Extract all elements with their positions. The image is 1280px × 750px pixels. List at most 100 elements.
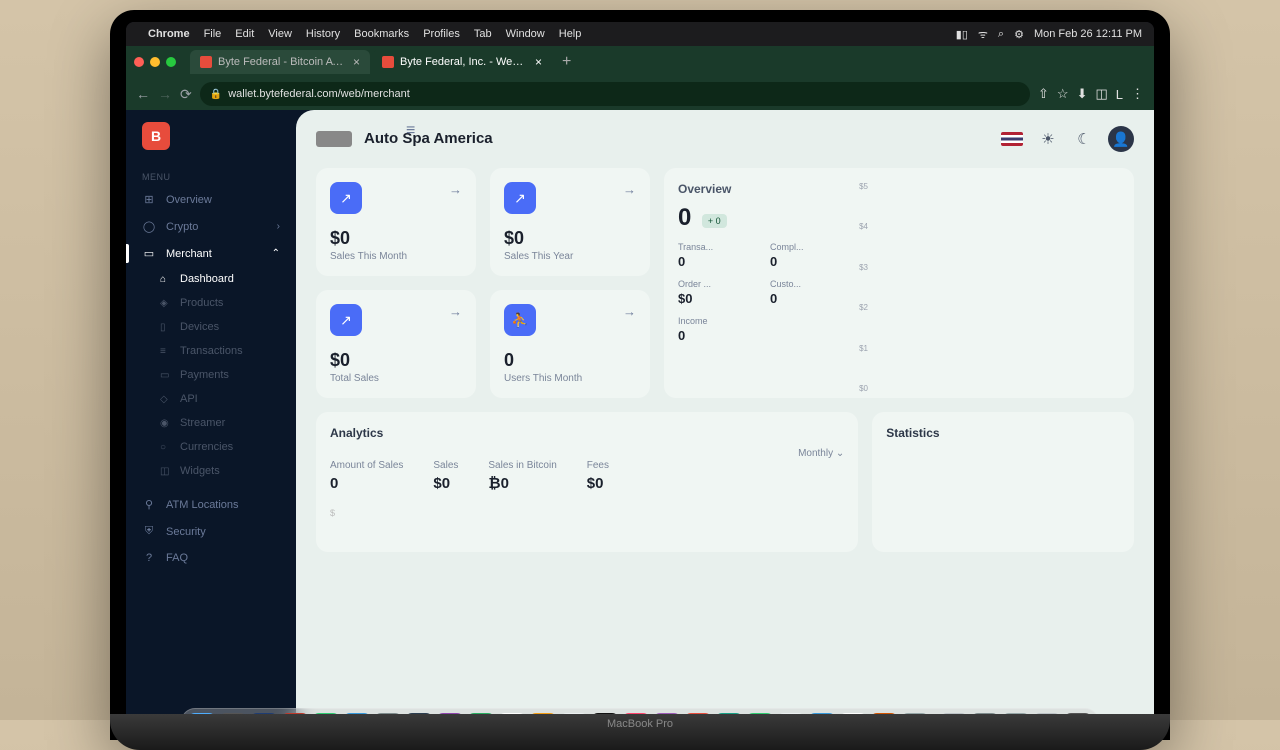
nav-label: Overview (166, 194, 212, 206)
menu-tab[interactable]: Tab (474, 28, 492, 40)
analytics-title: Analytics (330, 426, 844, 440)
api-icon: ◇ (160, 394, 172, 405)
merchant-name: Auto Spa America (364, 130, 493, 148)
analytics-card: Analytics Monthly ⌄ Amount of Sales0 Sal… (316, 412, 858, 552)
stat-value: $0 (330, 228, 462, 249)
menu-view[interactable]: View (268, 28, 292, 40)
card-link-arrow[interactable]: → (449, 182, 462, 197)
hamburger-icon[interactable]: ≡ (406, 122, 415, 140)
widget-icon: ◫ (160, 466, 172, 477)
sidebar-item-faq[interactable]: ?FAQ (126, 545, 296, 571)
sidebar-sub-api[interactable]: ◇ API (126, 387, 296, 411)
analytics-metric: Sales in Bitcoin₿0 (488, 460, 556, 492)
back-button[interactable]: ← (136, 86, 150, 102)
overview-title: Overview (678, 182, 848, 196)
sidebar-item-overview[interactable]: ⊞ Overview (126, 186, 296, 213)
tab-close-icon[interactable]: × (353, 55, 360, 69)
sidebar-sub-streamer[interactable]: ◉Streamer (126, 411, 296, 435)
menu-window[interactable]: Window (506, 28, 545, 40)
window-close-button[interactable] (134, 57, 144, 67)
overview-metric: Order ...$0 (678, 279, 756, 306)
menu-history[interactable]: History (306, 28, 340, 40)
card-link-arrow[interactable]: → (623, 182, 636, 197)
stat-value: 0 (504, 350, 636, 371)
locale-flag[interactable] (1000, 127, 1024, 151)
reload-button[interactable]: ⟳ (180, 86, 192, 103)
sidebar-sub-dashboard[interactable]: ⌂Dashboard (126, 267, 296, 291)
sidebar-sub-payments[interactable]: ▭Payments (126, 363, 296, 387)
window-maximize-button[interactable] (166, 57, 176, 67)
page-header: Auto Spa America ☀ ☾ 👤 (316, 126, 1134, 152)
nav-label: Merchant (166, 248, 212, 260)
sidebar-item-merchant[interactable]: ▭ Merchant ⌃ (126, 240, 296, 267)
lock-icon: 🔒 (210, 89, 222, 100)
tab-title: Byte Federal, Inc. - Web Wall (400, 56, 529, 68)
forward-button[interactable]: → (158, 86, 172, 102)
menubar-app-name[interactable]: Chrome (148, 28, 190, 40)
period-selector[interactable]: Monthly ⌄ (798, 448, 844, 459)
profile-button[interactable]: L (1116, 87, 1123, 102)
menu-help[interactable]: Help (559, 28, 582, 40)
analytics-metric: Sales$0 (433, 460, 458, 492)
stat-label: Total Sales (330, 373, 462, 384)
overview-metric: Transa...0 (678, 242, 756, 269)
nav-label: Crypto (166, 221, 198, 233)
stat-card-total-sales: ↗ → $0 Total Sales (316, 290, 476, 398)
nav-label: FAQ (166, 552, 188, 564)
sub-label: API (180, 393, 198, 405)
sidebar-sub-widgets[interactable]: ◫ Widgets (126, 459, 296, 483)
share-icon[interactable]: ⇧ (1038, 86, 1049, 102)
download-icon[interactable]: ⬇ (1077, 86, 1088, 102)
overview-metric: Compl...0 (770, 242, 848, 269)
battery-icon[interactable]: ▮▯ (956, 28, 968, 41)
card-link-arrow[interactable]: → (623, 304, 636, 319)
menu-bookmarks[interactable]: Bookmarks (354, 28, 409, 40)
menubar-datetime[interactable]: Mon Feb 26 12:11 PM (1034, 28, 1142, 40)
shield-icon: ⛨ (142, 525, 156, 538)
overview-metric: Income0 (678, 316, 756, 343)
macos-menubar: Chrome File Edit View History Bookmarks … (126, 22, 1154, 46)
user-avatar[interactable]: 👤 (1108, 126, 1134, 152)
statistics-card: Statistics (872, 412, 1134, 552)
browser-tabstrip: Byte Federal - Bitcoin ATMs, V × Byte Fe… (126, 46, 1154, 78)
chevron-down-icon: ⌄ (836, 448, 844, 459)
device-icon: ▯ (160, 322, 172, 333)
sidebar-item-crypto[interactable]: ◯ Crypto › (126, 213, 296, 240)
browser-tab-active[interactable]: Byte Federal, Inc. - Web Wall × (372, 50, 552, 74)
tab-close-icon[interactable]: × (535, 55, 542, 69)
menu-edit[interactable]: Edit (235, 28, 254, 40)
search-icon[interactable]: ⌕ (998, 28, 1004, 41)
analytics-chart-area: $ (330, 508, 844, 538)
list-icon: ≡ (160, 346, 172, 357)
card-link-arrow[interactable]: → (449, 304, 462, 319)
address-bar[interactable]: 🔒 wallet.bytefederal.com/web/merchant (200, 82, 1030, 106)
flag-us-icon (1001, 132, 1023, 146)
menu-file[interactable]: File (204, 28, 222, 40)
wallet-icon: ▭ (142, 247, 156, 260)
overview-main-value: 0 (678, 204, 691, 232)
theme-light-button[interactable]: ☀ (1036, 127, 1060, 151)
panel-icon[interactable]: ◫ (1095, 86, 1107, 102)
menu-icon[interactable]: ⋮ (1131, 86, 1144, 102)
browser-tab[interactable]: Byte Federal - Bitcoin ATMs, V × (190, 50, 370, 74)
nav-label: ATM Locations (166, 499, 239, 511)
bookmark-icon[interactable]: ☆ (1057, 86, 1069, 102)
sidebar-sub-currencies[interactable]: ○Currencies (126, 435, 296, 459)
chevron-right-icon: › (277, 221, 280, 232)
menu-profiles[interactable]: Profiles (423, 28, 460, 40)
wifi-icon[interactable]: ᯤ (978, 27, 988, 42)
sidebar-item-atm-locations[interactable]: ⚲ATM Locations (126, 491, 296, 518)
new-tab-button[interactable]: + (562, 53, 571, 71)
sub-label: Widgets (180, 465, 220, 477)
window-minimize-button[interactable] (150, 57, 160, 67)
window-traffic-lights (134, 57, 176, 67)
sidebar-sub-transactions[interactable]: ≡Transactions (126, 339, 296, 363)
sidebar-sub-devices[interactable]: ▯ Devices (126, 315, 296, 339)
control-center-icon[interactable]: ⚙ (1014, 28, 1024, 41)
app-logo[interactable]: B (142, 122, 170, 150)
overview-delta-badge: + 0 (702, 214, 727, 228)
sidebar-sub-products[interactable]: ◈Products (126, 291, 296, 315)
theme-dark-button[interactable]: ☾ (1072, 127, 1096, 151)
sub-label: Devices (180, 321, 219, 333)
sidebar-item-security[interactable]: ⛨Security (126, 518, 296, 545)
